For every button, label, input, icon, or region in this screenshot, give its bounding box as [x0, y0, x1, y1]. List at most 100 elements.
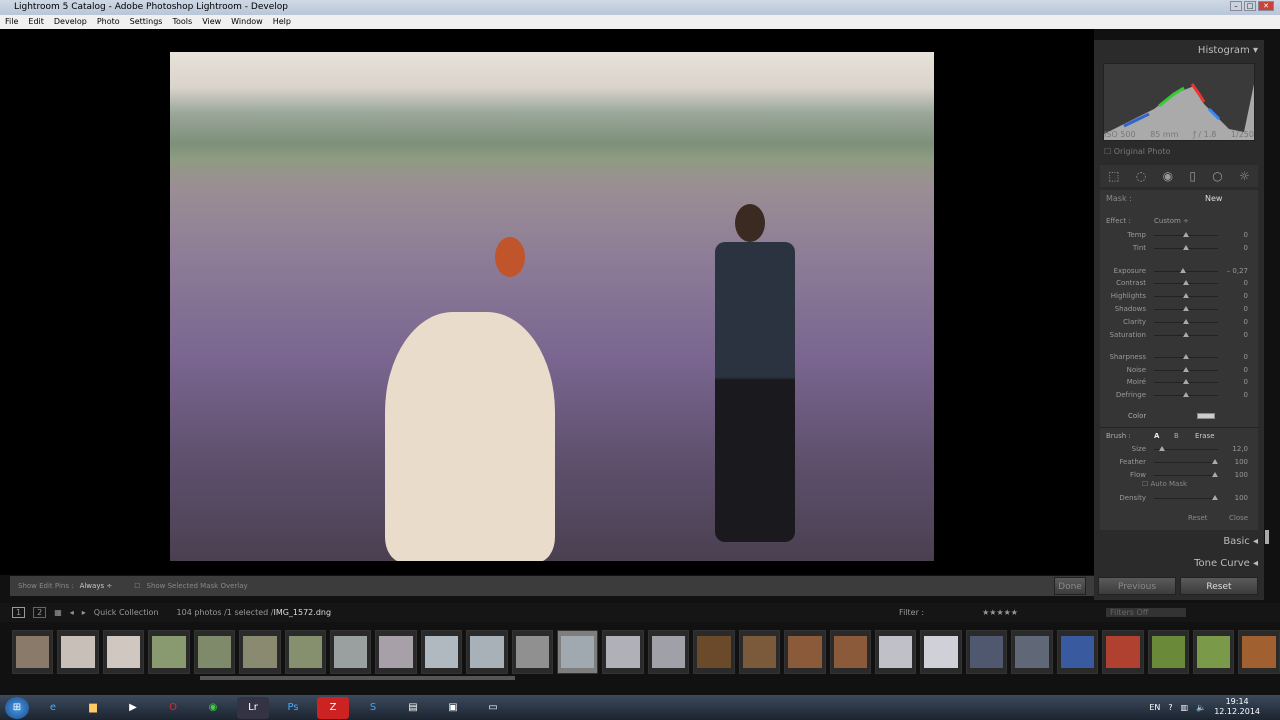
slider-value[interactable]: 0	[1208, 366, 1248, 374]
slider-thumb[interactable]	[1183, 379, 1189, 384]
filmstrip-thumbnail[interactable]	[602, 630, 644, 674]
opera-icon[interactable]: O	[157, 697, 189, 719]
grid-icon[interactable]: ▦	[54, 608, 62, 617]
filmstrip-thumbnail[interactable]	[965, 630, 1008, 674]
source-label[interactable]: Quick Collection	[94, 608, 159, 617]
language-indicator[interactable]: EN	[1149, 703, 1160, 712]
color-swatch[interactable]	[1197, 413, 1215, 419]
slider-value[interactable]: 12,0	[1208, 445, 1248, 453]
view-1-button[interactable]: 1	[12, 607, 26, 618]
menu-develop[interactable]: Develop	[54, 17, 87, 27]
menu-file[interactable]: File	[5, 17, 18, 27]
photo-preview[interactable]	[170, 52, 934, 561]
filmstrip-thumbnail[interactable]	[284, 630, 326, 674]
filters-dropdown[interactable]: Filters Off	[1105, 608, 1186, 617]
slider-value[interactable]: 0	[1208, 231, 1248, 239]
filmstrip-thumbnail[interactable]	[57, 630, 99, 674]
filmstrip-scrollbar[interactable]	[200, 676, 515, 680]
view-2-button[interactable]: 2	[33, 607, 47, 618]
filmstrip-thumbnail[interactable]	[1102, 630, 1144, 674]
filmstrip-thumbnail[interactable]	[329, 630, 372, 674]
panel-scrollbar[interactable]	[1265, 530, 1269, 544]
filmstrip-thumbnail[interactable]	[12, 630, 54, 674]
basic-section-header[interactable]: Basic ◂	[1223, 536, 1258, 547]
calculator-icon[interactable]: ▤	[397, 697, 429, 719]
slider-value[interactable]: 100	[1208, 471, 1248, 479]
auto-mask-checkbox[interactable]: ☐ Auto Mask	[1142, 480, 1187, 488]
window-icon[interactable]: ▭	[477, 697, 509, 719]
mask-overlay-checkbox[interactable]: ☐	[134, 582, 140, 590]
previous-button[interactable]: Previous	[1098, 577, 1176, 595]
slider-thumb[interactable]	[1183, 232, 1189, 237]
filmstrip-thumbnail[interactable]	[239, 630, 281, 674]
volume-icon[interactable]: 🔈	[1196, 703, 1206, 712]
filmstrip-thumbnail[interactable]	[148, 630, 190, 674]
filmstrip-thumbnail[interactable]	[784, 630, 826, 674]
photoshop-icon[interactable]: Ps	[277, 697, 309, 719]
spot-removal-icon[interactable]: ◌	[1136, 169, 1146, 183]
slider-thumb[interactable]	[1183, 280, 1189, 285]
slider-thumb[interactable]	[1183, 354, 1189, 359]
slider-thumb[interactable]	[1183, 245, 1189, 250]
menu-photo[interactable]: Photo	[97, 17, 120, 27]
mask-new-button[interactable]: New	[1205, 194, 1222, 203]
chrome-icon[interactable]: ◉	[197, 697, 229, 719]
menu-tools[interactable]: Tools	[172, 17, 192, 27]
done-button[interactable]: Done	[1054, 577, 1086, 595]
ie-icon[interactable]: e	[37, 697, 69, 719]
red-eye-icon[interactable]: ◉	[1163, 169, 1173, 183]
menu-window[interactable]: Window	[231, 17, 263, 27]
tone-curve-section-header[interactable]: Tone Curve ◂	[1194, 558, 1258, 569]
maximize-button[interactable]: □	[1244, 1, 1256, 11]
slider-value[interactable]: 0	[1208, 318, 1248, 326]
slider-value[interactable]: 0	[1208, 305, 1248, 313]
slider-value[interactable]: 0	[1208, 244, 1248, 252]
back-arrow-icon[interactable]: ◂	[70, 608, 74, 617]
star-filter[interactable]: ★★★★★	[982, 608, 1018, 617]
slider-thumb[interactable]	[1183, 332, 1189, 337]
image-canvas[interactable]	[0, 29, 1094, 575]
filmstrip-thumbnail[interactable]	[1147, 630, 1189, 674]
slider-value[interactable]: 0	[1208, 353, 1248, 361]
minimize-button[interactable]: –	[1230, 1, 1242, 11]
forward-arrow-icon[interactable]: ▸	[82, 608, 86, 617]
slider-thumb[interactable]	[1183, 306, 1189, 311]
slider-thumb[interactable]	[1158, 446, 1165, 451]
selected-filename[interactable]: IMG_1572.dng	[273, 608, 331, 617]
menu-settings[interactable]: Settings	[130, 17, 163, 27]
histogram-header[interactable]: Histogram ▾	[1198, 45, 1258, 56]
media-player-icon[interactable]: ▶	[117, 697, 149, 719]
filmstrip-thumbnail[interactable]	[647, 630, 690, 674]
slider-thumb[interactable]	[1183, 293, 1189, 298]
slider-value[interactable]: 0	[1208, 391, 1248, 399]
show-edit-pins-dropdown[interactable]: Always ÷	[80, 582, 113, 590]
crop-tool-icon[interactable]: ⬚	[1108, 169, 1119, 183]
menu-help[interactable]: Help	[273, 17, 291, 27]
help-icon[interactable]: ?	[1168, 703, 1172, 712]
filmstrip-thumbnail[interactable]	[1056, 630, 1099, 674]
terminal-icon[interactable]: ▣	[437, 697, 469, 719]
slider-thumb[interactable]	[1183, 392, 1189, 397]
lightroom-icon[interactable]: Lr	[237, 696, 269, 719]
start-button[interactable]: ⊞	[5, 696, 29, 719]
menu-view[interactable]: View	[202, 17, 221, 27]
slider-value[interactable]: 100	[1208, 494, 1248, 502]
filmstrip-thumbnail[interactable]	[511, 630, 554, 674]
filmstrip-thumbnail[interactable]	[920, 630, 962, 674]
slider-thumb[interactable]	[1183, 319, 1189, 324]
filmstrip-thumbnail[interactable]	[693, 630, 735, 674]
filmstrip-thumbnail[interactable]	[193, 630, 236, 674]
slider-thumb[interactable]	[1179, 268, 1186, 273]
filmstrip-thumbnail[interactable]	[738, 630, 781, 674]
slider-value[interactable]: 0	[1208, 292, 1248, 300]
filmstrip-thumbnail[interactable]	[466, 630, 508, 674]
brush-b-tab[interactable]: B	[1174, 432, 1179, 440]
brush-erase-tab[interactable]: Erase	[1195, 432, 1215, 440]
explorer-icon[interactable]: ▆	[77, 697, 109, 719]
filmstrip-thumbnail[interactable]	[557, 630, 599, 674]
close-button[interactable]: ✕	[1258, 1, 1274, 11]
panel-reset-button[interactable]: Reset	[1188, 514, 1208, 522]
network-icon[interactable]: ▥	[1181, 703, 1189, 712]
brush-a-tab[interactable]: A	[1154, 432, 1159, 440]
slider-value[interactable]: 0	[1208, 378, 1248, 386]
